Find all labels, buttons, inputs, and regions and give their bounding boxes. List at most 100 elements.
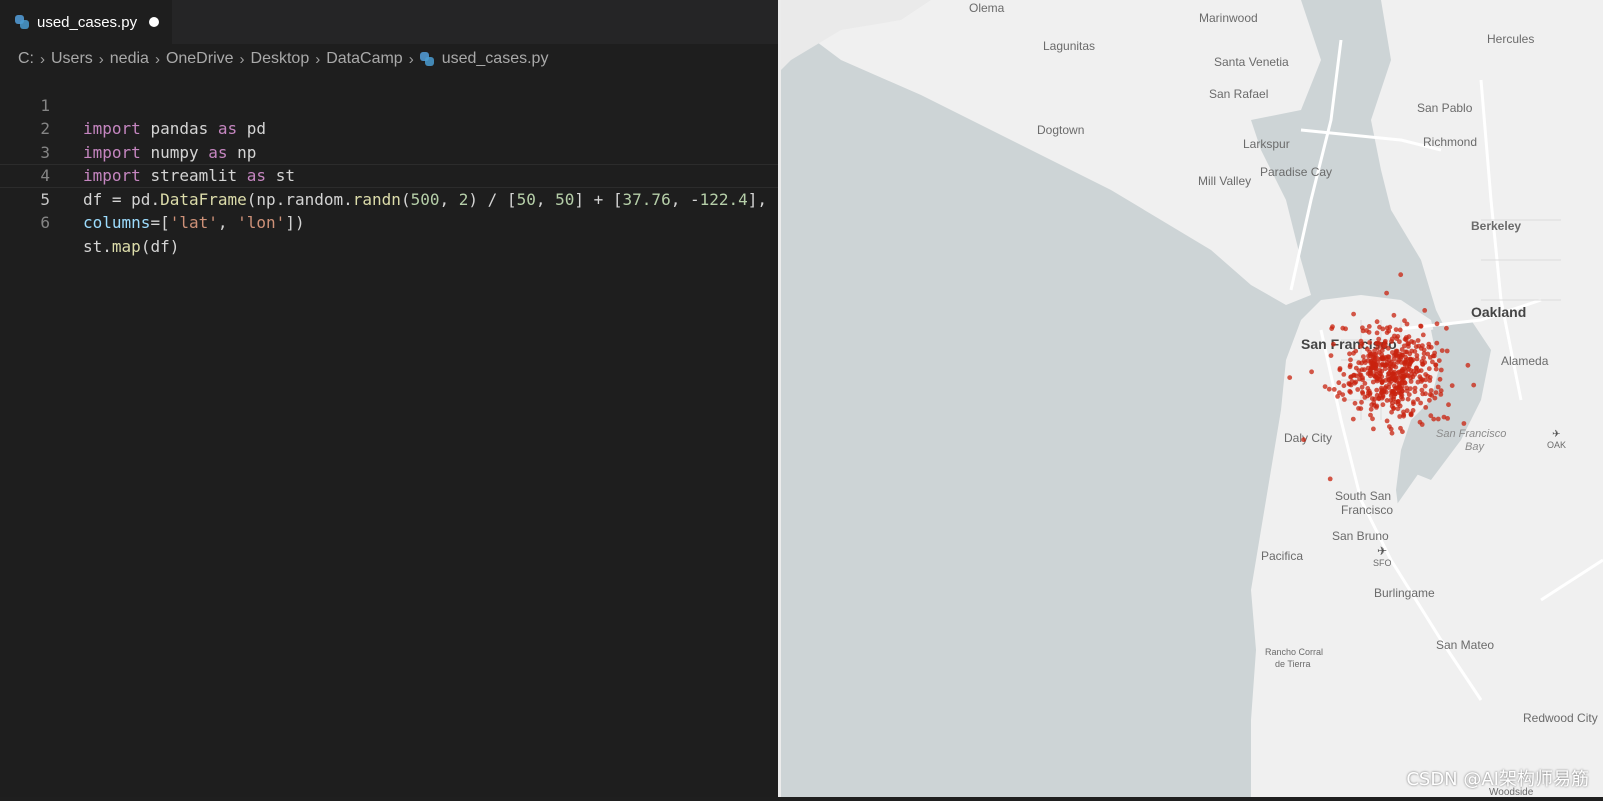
breadcrumb-users[interactable]: Users (51, 50, 93, 68)
unsaved-dot-icon[interactable] (149, 17, 160, 27)
code-line[interactable]: 1 import pandas as pd (0, 70, 778, 139)
map-point (1434, 340, 1440, 346)
map-point (1372, 360, 1377, 365)
map-point (1383, 355, 1388, 360)
map-point (1368, 406, 1374, 412)
code-line[interactable]: 4 df = pd.DataFrame(np.random.randn(500,… (0, 141, 778, 209)
map-point (1347, 364, 1353, 370)
tab-used-cases[interactable]: used_cases.py (0, 0, 172, 44)
map-point (1422, 308, 1428, 313)
map-point (1367, 340, 1372, 345)
map-point (1461, 421, 1467, 426)
map-point (1391, 394, 1397, 400)
breadcrumb-drive[interactable]: C: (18, 50, 34, 68)
line-number: 6 (40, 213, 50, 232)
map-point (1347, 351, 1352, 357)
map-point (1373, 366, 1379, 371)
map-point (1359, 399, 1364, 405)
map-point (1373, 372, 1379, 377)
map-point (1401, 413, 1406, 419)
label-larkspur: Larkspur (1243, 137, 1290, 151)
breadcrumb-onedrive[interactable]: OneDrive (166, 50, 234, 68)
map-point (1309, 369, 1314, 375)
map-point (1378, 341, 1384, 347)
map-point (1384, 330, 1390, 335)
map-point (1358, 406, 1364, 411)
label-south-sf-1: South San (1335, 489, 1391, 503)
label-marinwood: Marinwood (1199, 11, 1258, 25)
map-point (1367, 370, 1373, 376)
map-point (1436, 358, 1442, 363)
breadcrumb-datacamp[interactable]: DataCamp (326, 50, 402, 68)
python-icon (419, 52, 434, 66)
map-point (1336, 380, 1342, 386)
map-point (1438, 388, 1444, 394)
code-area[interactable]: 1 import pandas as pd 2 import numpy as … (0, 70, 778, 256)
chevron-right-icon: › (154, 50, 160, 68)
map-point (1423, 405, 1429, 410)
code-line-active[interactable]: 5 columns=['lat', 'lon']) (0, 164, 778, 233)
map-point (1391, 312, 1397, 318)
tab-bar: used_cases.py (0, 0, 778, 44)
map-point (1369, 402, 1375, 408)
map-canvas[interactable]: Olema Marinwood Lagunitas Santa Venetia … (781, 0, 1603, 798)
map-point (1366, 324, 1372, 329)
map-point (1418, 368, 1424, 373)
map-point (1423, 391, 1428, 397)
map-view[interactable]: Olema Marinwood Lagunitas Santa Venetia … (781, 0, 1603, 798)
map-point (1383, 384, 1389, 389)
breadcrumb-desktop[interactable]: Desktop (251, 50, 310, 68)
map-point (1444, 325, 1449, 331)
label-burlingame: Burlingame (1374, 586, 1435, 600)
map-point (1398, 391, 1404, 397)
breadcrumb-file[interactable]: used_cases.py (442, 50, 549, 68)
label-sfo: SFO (1373, 558, 1392, 568)
map-point (1437, 376, 1443, 382)
breadcrumb-nedia[interactable]: nedia (110, 50, 149, 68)
label-berkeley: Berkeley (1471, 219, 1521, 233)
chevron-right-icon: › (239, 50, 245, 68)
map-point (1428, 388, 1434, 393)
map-point (1361, 354, 1366, 359)
map-point (1430, 359, 1435, 365)
label-lagunitas: Lagunitas (1043, 39, 1095, 53)
map-point (1352, 380, 1358, 386)
code-line[interactable]: 2 import numpy as np (0, 94, 778, 162)
map-point (1397, 327, 1403, 333)
code-text[interactable]: st.map(df) (83, 235, 179, 259)
code-line[interactable]: 3 import streamlit as st (0, 117, 778, 186)
map-point (1449, 383, 1455, 388)
map-point (1411, 401, 1416, 407)
map-point (1392, 377, 1398, 383)
map-point (1399, 384, 1405, 389)
code-text[interactable]: columns=['lat', 'lon']) (83, 211, 305, 235)
map-point (1415, 338, 1421, 343)
map-point (1422, 383, 1428, 389)
map-point (1382, 338, 1388, 344)
label-redwood-city: Redwood City (1523, 711, 1598, 725)
map-point (1426, 366, 1432, 372)
map-point (1397, 403, 1403, 409)
code-line[interactable]: 6 st.map(df) (0, 188, 778, 256)
map-point (1374, 330, 1380, 336)
map-point (1287, 375, 1293, 380)
map-point (1379, 395, 1385, 401)
map-point (1395, 353, 1400, 359)
map-point (1414, 353, 1420, 358)
map-point (1420, 377, 1425, 383)
map-point (1330, 324, 1335, 330)
tab-label: used_cases.py (37, 13, 138, 31)
map-point (1397, 339, 1402, 345)
map-point (1388, 426, 1394, 432)
map-point (1400, 429, 1405, 435)
map-point (1365, 386, 1371, 391)
map-point (1356, 368, 1362, 373)
map-point (1418, 323, 1423, 329)
chevron-right-icon: › (315, 50, 321, 68)
map-point (1355, 387, 1361, 392)
map-point (1374, 387, 1380, 393)
map-point (1471, 382, 1477, 388)
map-point (1404, 385, 1410, 391)
map-point (1362, 367, 1367, 373)
map-point (1433, 390, 1439, 395)
